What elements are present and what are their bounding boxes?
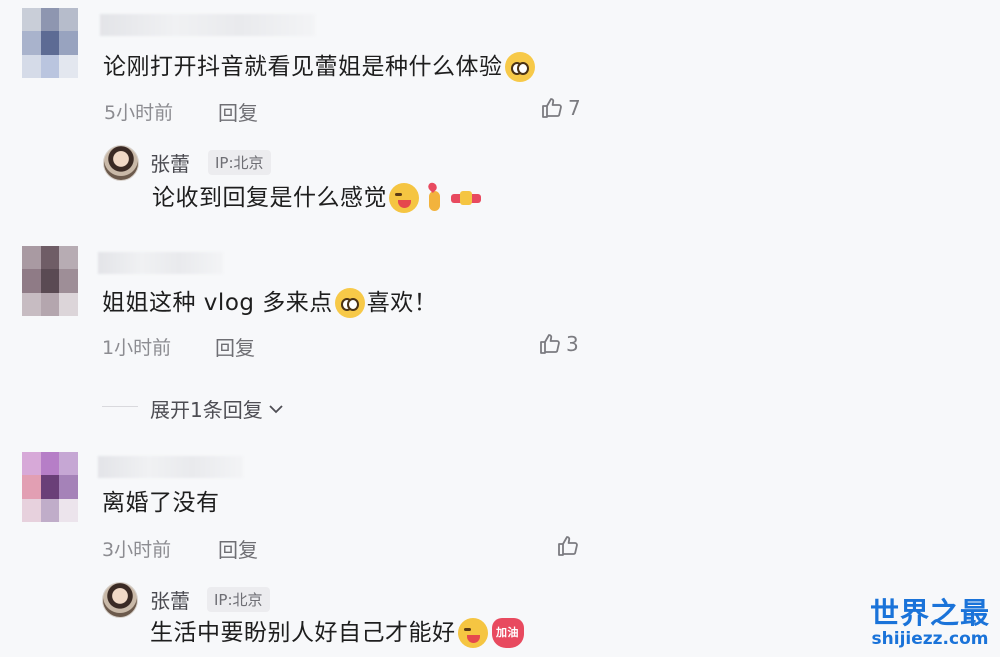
pleading-face-emoji-icon [504,52,535,82]
username-redacted[interactable] [98,252,223,274]
pleading-face-emoji-icon [334,288,365,318]
site-watermark: 世界之最 shijiezz.com [870,597,990,649]
comment-timestamp: 1小时前 [102,337,172,359]
ip-location-badge: IP:北京 [207,587,270,612]
avatar[interactable] [22,452,78,522]
thumbs-up-icon [542,98,562,118]
expand-replies-label: 展开1条回复 [150,398,263,422]
like-button[interactable]: 3 [538,332,579,356]
thumbs-up-icon [540,334,560,354]
like-button[interactable]: 7 [540,96,581,120]
avatar[interactable] [22,8,78,78]
headband-emoji-icon [449,183,483,213]
reply-text-content: 论收到回复是什么感觉 [152,185,387,211]
username-redacted[interactable] [100,14,315,36]
thumbs-up-icon [558,536,578,556]
reply-text: 论收到回复是什么感觉 [152,183,485,213]
comment-text: 论刚打开抖音就看见蕾姐是种什么体验 [103,52,537,82]
comment-timestamp: 5小时前 [104,102,174,124]
jiayou-heart-emoji-icon: 加油 [491,618,524,648]
reply-author-name[interactable]: 张蕾 [150,585,190,614]
wink-face-emoji-icon [389,183,419,213]
comment-text-content: 离婚了没有 [102,490,220,516]
like-button[interactable] [556,534,584,558]
reply-text-content: 生活中要盼别人好自己才能好 [150,620,456,646]
watermark-url: shijiezz.com [871,629,989,649]
wink-face-emoji-icon [457,618,488,648]
like-count: 7 [568,96,581,120]
reply-button[interactable]: 回复 [218,534,258,563]
like-count: 3 [566,332,579,356]
comment-text-content: 姐姐这种 vlog 多来点 [102,290,333,316]
comment-text-content: 论刚打开抖音就看见蕾姐是种什么体验 [103,54,503,80]
reply-text: 生活中要盼别人好自己才能好 加油 [150,618,526,648]
reply-button[interactable]: 回复 [218,97,258,126]
expand-divider [102,406,138,407]
expand-replies-button[interactable]: 展开1条回复 [150,394,285,423]
author-avatar[interactable] [102,582,138,618]
finger-heart-emoji-icon [423,183,445,213]
reply-button[interactable]: 回复 [215,332,255,361]
comment-text-tail: 喜欢！ [366,290,438,316]
watermark-title: 世界之最 [869,596,990,630]
comment-text: 离婚了没有 [102,488,220,518]
author-avatar[interactable] [103,145,139,181]
comment-timestamp: 3小时前 [102,539,172,561]
avatar[interactable] [22,246,78,316]
chevron-down-icon [269,404,283,413]
username-redacted[interactable] [98,456,243,478]
comment-text: 姐姐这种 vlog 多来点 喜欢！ [102,288,437,318]
ip-location-badge: IP:北京 [208,150,271,175]
reply-author-name[interactable]: 张蕾 [150,148,190,177]
